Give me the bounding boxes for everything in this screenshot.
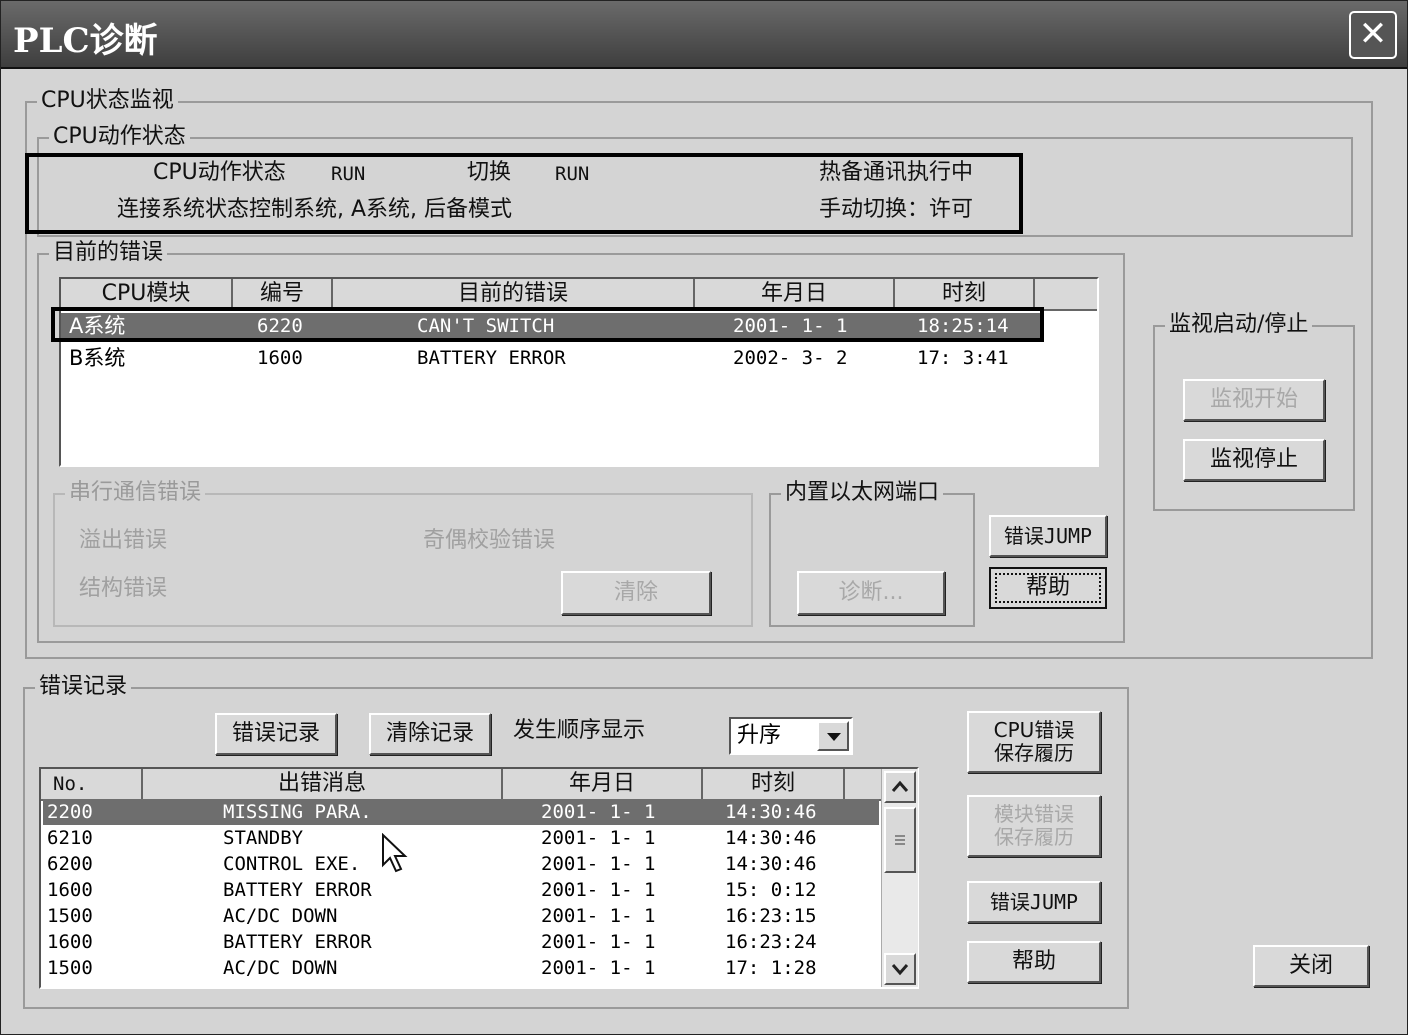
- error-log-group-label: 错误记录: [35, 673, 132, 701]
- selected-error-highlight-box: [51, 307, 1044, 342]
- cell-date: 2001- 1- 1: [541, 931, 656, 953]
- cell-message: BATTERY ERROR: [223, 931, 372, 953]
- table-row[interactable]: 1500 AC/DC DOWN 2001- 1- 1 17: 1:28: [43, 955, 879, 981]
- cell-no: 1500: [47, 905, 93, 927]
- scroll-down-button[interactable]: [884, 953, 916, 985]
- scroll-up-button[interactable]: [884, 771, 916, 803]
- cpu-monitor-group-label: CPU状态监视: [37, 87, 178, 115]
- chevron-down-icon: [891, 964, 909, 976]
- order-select-value: 升序: [737, 723, 782, 748]
- log-col-header-no[interactable]: No.: [41, 769, 143, 801]
- cell-message: AC/DC DOWN: [223, 957, 338, 979]
- switch-label: 切换: [467, 160, 512, 185]
- error-log-scrollbar[interactable]: [881, 769, 918, 987]
- cell-date: 2001- 1- 1: [541, 905, 656, 927]
- table-row[interactable]: 1600 BATTERY ERROR 2001- 1- 1 15: 0:12: [43, 877, 879, 903]
- serial-errors-group-label: 串行通信错误: [65, 479, 206, 507]
- switch-value: RUN: [555, 163, 590, 185]
- cpu-action-state-value: RUN: [331, 163, 366, 185]
- scroll-thumb[interactable]: [884, 807, 916, 873]
- current-errors-list[interactable]: CPU模块 编号 目前的错误 年月日 时刻 A系统 6220 CAN'T SWI…: [59, 277, 1099, 467]
- cell-message: MISSING PARA.: [223, 801, 372, 823]
- cpu-error-history-button[interactable]: CPU错误 保存履历: [967, 711, 1101, 773]
- cell-date: 2001- 1- 1: [541, 801, 656, 823]
- col-header-filler: [1035, 279, 1097, 311]
- connection-status: 连接系统状态控制系统, A系统, 后备模式: [117, 197, 513, 222]
- window-title: PLC诊断: [13, 21, 158, 61]
- overflow-error-label: 溢出错误: [79, 528, 168, 553]
- table-row[interactable]: 6200 CONTROL EXE. 2001- 1- 1 14:30:46: [43, 851, 879, 877]
- cell-time: 14:30:46: [725, 827, 817, 849]
- log-col-header-time[interactable]: 时刻: [703, 769, 845, 801]
- log-help-button[interactable]: 帮助: [967, 941, 1101, 983]
- cell-time: 14:30:46: [725, 801, 817, 823]
- table-row[interactable]: B系统 1600 BATTERY ERROR 2002- 3- 2 17: 3:…: [61, 345, 1041, 371]
- grip-icon: [895, 835, 905, 845]
- close-window-button[interactable]: ✕: [1349, 11, 1397, 59]
- parity-error-label: 奇偶校验错误: [423, 528, 556, 553]
- cell-message: STANDBY: [223, 827, 304, 849]
- chevron-up-icon: [891, 780, 909, 792]
- hot-standby-status: 热备通讯执行中: [819, 160, 974, 185]
- cell-no: 1500: [47, 957, 93, 979]
- ethernet-port-group-label: 内置以太网端口: [781, 479, 944, 507]
- cell-time: 15: 0:12: [725, 879, 817, 901]
- serial-clear-button[interactable]: 清除: [561, 571, 711, 615]
- cell-no: 1600: [47, 879, 93, 901]
- current-errors-group-label: 目前的错误: [49, 239, 168, 267]
- cell-no: 6210: [47, 827, 93, 849]
- cpu-action-state-label: CPU动作状态: [153, 160, 286, 185]
- clear-log-button[interactable]: 清除记录: [369, 713, 491, 755]
- table-row[interactable]: 1600 BATTERY ERROR 2001- 1- 1 16:23:24: [43, 929, 879, 955]
- cell-date: 2001- 1- 1: [541, 853, 656, 875]
- cell-date: 2001- 1- 1: [541, 827, 656, 849]
- structure-error-label: 结构错误: [79, 576, 168, 601]
- monitor-group-label: 监视启动/停止: [1165, 311, 1313, 339]
- cell-date: 2002- 3- 2: [733, 347, 848, 369]
- cell-date: 2001- 1- 1: [541, 957, 656, 979]
- log-col-header-message[interactable]: 出错消息: [143, 769, 503, 801]
- cell-module: B系统: [69, 346, 126, 370]
- error-log-button[interactable]: 错误记录: [215, 713, 337, 755]
- close-button[interactable]: 关闭: [1253, 945, 1369, 987]
- cell-message: AC/DC DOWN: [223, 905, 338, 927]
- cell-time: 17: 1:28: [725, 957, 817, 979]
- log-error-jump-button[interactable]: 错误JUMP: [967, 881, 1101, 923]
- title-bar[interactable]: PLC诊断 ✕: [1, 1, 1407, 69]
- cell-no: 1600: [47, 931, 93, 953]
- table-row[interactable]: 6210 STANDBY 2001- 1- 1 14:30:46: [43, 825, 879, 851]
- log-col-header-filler: [845, 769, 883, 801]
- monitor-start-button[interactable]: 监视开始: [1183, 379, 1325, 421]
- close-icon: ✕: [1358, 14, 1388, 54]
- mouse-pointer-icon: [382, 833, 408, 873]
- current-error-jump-button[interactable]: 错误JUMP: [989, 515, 1107, 557]
- table-row[interactable]: 1500 AC/DC DOWN 2001- 1- 1 16:23:15: [43, 903, 879, 929]
- error-log-rows: 2200 MISSING PARA. 2001- 1- 1 14:30:46 6210 S…: [43, 799, 879, 985]
- cell-message: BATTERY ERROR: [417, 347, 566, 369]
- current-help-button[interactable]: 帮助: [989, 567, 1107, 609]
- manual-switch-status: 手动切换：许可: [819, 197, 974, 222]
- log-col-header-date[interactable]: 年月日: [503, 769, 703, 801]
- order-label: 发生顺序显示: [513, 718, 646, 743]
- cell-time: 16:23:15: [725, 905, 817, 927]
- plc-diagnostics-window: PLC诊断 ✕ CPU状态监视 CPU动作状态 CPU动作状态 RUN 切换 R…: [0, 0, 1408, 1035]
- module-error-history-button[interactable]: 模块错误 保存履历: [967, 795, 1101, 857]
- monitor-stop-button[interactable]: 监视停止: [1183, 439, 1325, 481]
- cpu-action-group-label: CPU动作状态: [49, 123, 190, 151]
- cell-message: CONTROL EXE.: [223, 853, 361, 875]
- cell-no: 2200: [47, 801, 93, 823]
- chevron-down-icon[interactable]: [817, 721, 849, 751]
- cell-time: 14:30:46: [725, 853, 817, 875]
- diagnose-button[interactable]: 诊断...: [797, 571, 945, 615]
- cell-no: 6200: [47, 853, 93, 875]
- order-select[interactable]: 升序: [729, 717, 853, 755]
- cell-date: 2001- 1- 1: [541, 879, 656, 901]
- cell-code: 1600: [257, 347, 303, 369]
- table-row[interactable]: 2200 MISSING PARA. 2001- 1- 1 14:30:46: [43, 799, 879, 825]
- cell-time: 17: 3:41: [917, 347, 1009, 369]
- cell-message: BATTERY ERROR: [223, 879, 372, 901]
- cell-time: 16:23:24: [725, 931, 817, 953]
